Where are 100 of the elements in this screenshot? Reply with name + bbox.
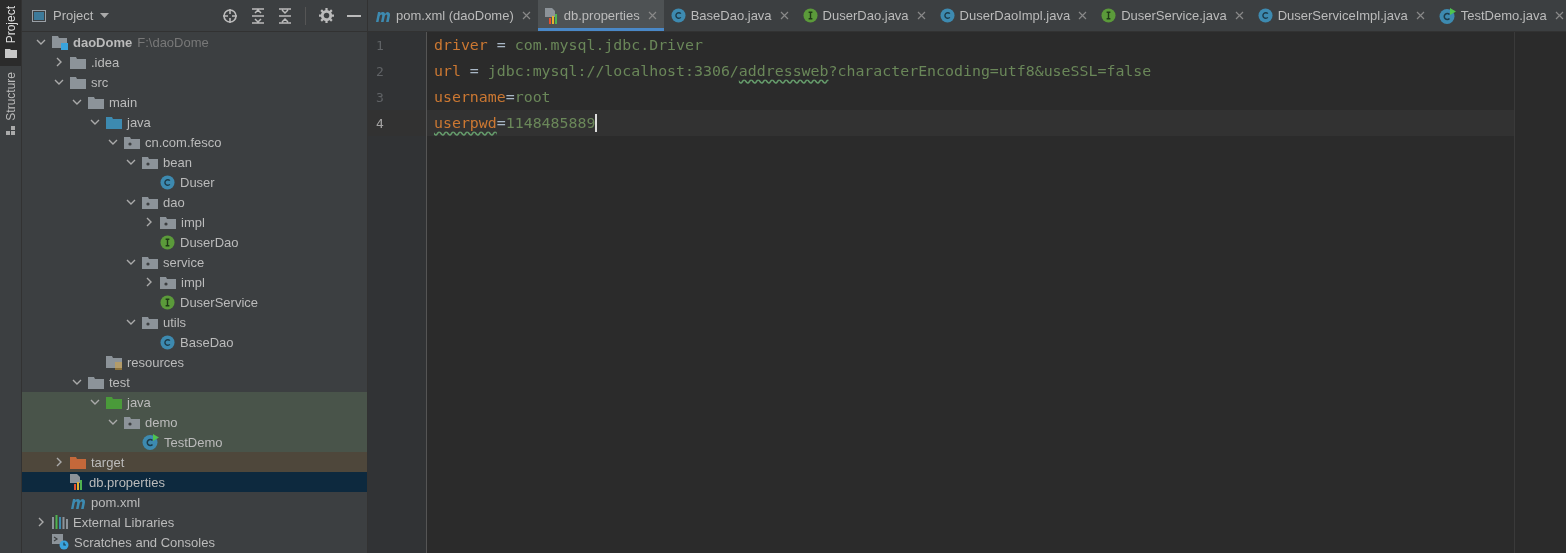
chevron-down-icon[interactable]	[36, 37, 46, 47]
tree-item[interactable]: cn.com.fesco	[22, 132, 367, 152]
test-class-icon	[142, 434, 159, 450]
interface-icon	[802, 8, 818, 23]
chevron-down-icon[interactable]	[72, 97, 82, 107]
chevron-down-icon[interactable]	[90, 117, 100, 127]
package-icon	[142, 155, 158, 169]
maven-file-icon	[375, 9, 391, 22]
tree-item[interactable]: resources	[22, 352, 367, 372]
tree-item[interactable]: demo	[22, 412, 367, 432]
package-icon	[160, 275, 176, 289]
interface-icon	[160, 294, 175, 310]
tree-item[interactable]: impl	[22, 272, 367, 292]
interface-icon	[160, 234, 175, 250]
package-icon	[124, 135, 140, 149]
close-icon[interactable]	[916, 11, 926, 20]
package-icon	[142, 255, 158, 269]
tree-item[interactable]: DuserService	[22, 292, 367, 312]
chevron-right-icon[interactable]	[36, 517, 46, 527]
libraries-icon	[52, 515, 68, 529]
scratches-icon	[52, 534, 69, 550]
tree-item[interactable]: db.properties	[22, 472, 367, 492]
editor-tab[interactable]: BaseDao.java	[663, 0, 796, 31]
close-icon[interactable]	[779, 11, 789, 20]
folder-icon	[88, 375, 104, 389]
structure-tool-tab[interactable]: Structure	[0, 66, 21, 145]
chevron-right-icon[interactable]	[144, 217, 154, 227]
class-icon	[670, 8, 686, 23]
class-icon	[160, 334, 175, 350]
settings-icon[interactable]	[319, 8, 334, 23]
tree-item[interactable]: External Libraries	[22, 512, 367, 532]
tree-item[interactable]: TestDemo	[22, 432, 367, 452]
close-icon[interactable]	[1234, 11, 1244, 20]
class-icon	[160, 174, 175, 190]
tree-item[interactable]: main	[22, 92, 367, 112]
folder-icon	[70, 55, 86, 69]
editor-tab[interactable]: pom.xml (daoDome)	[368, 0, 538, 31]
tree-item[interactable]: BaseDao	[22, 332, 367, 352]
tree-item[interactable]: bean	[22, 152, 367, 172]
close-icon[interactable]	[1078, 11, 1088, 20]
code-line: username=root	[434, 88, 551, 106]
project-view-dropdown[interactable]: Project	[30, 6, 112, 25]
tree-item[interactable]: test	[22, 372, 367, 392]
tree-item[interactable]: impl	[22, 212, 367, 232]
editor-tab[interactable]: DuserDao.java	[795, 0, 933, 31]
project-tool-tab[interactable]: Project	[0, 0, 21, 67]
chevron-down-icon[interactable]	[126, 157, 136, 167]
structure-icon	[5, 126, 16, 137]
editor-tab[interactable]: db.properties	[537, 0, 664, 31]
package-icon	[142, 195, 158, 209]
caret-icon	[100, 12, 110, 19]
chevron-down-icon[interactable]	[126, 197, 136, 207]
code-line: url = jdbc:mysql://localhost:3306/addressweb?characterEncoding=utf8&useSSL=false	[434, 62, 1152, 80]
tree-item[interactable]: Scratches and Consoles	[22, 532, 367, 552]
code-line: driver = com.mysql.jdbc.Driver	[434, 36, 703, 54]
tree-item[interactable]: .idea	[22, 52, 367, 72]
folder-icon	[106, 395, 122, 409]
editor-tab[interactable]: TestDemo.java	[1431, 0, 1566, 31]
tree-item[interactable]: DuserDao	[22, 232, 367, 252]
test-class-icon	[1438, 7, 1456, 24]
folder-icon	[106, 115, 122, 129]
close-icon[interactable]	[1415, 11, 1425, 20]
tree-item[interactable]: java	[22, 392, 367, 412]
collapse-all-icon[interactable]	[278, 7, 292, 24]
chevron-right-icon[interactable]	[144, 277, 154, 287]
close-icon[interactable]	[1554, 11, 1564, 20]
interface-icon	[1101, 8, 1117, 23]
folder-icon	[88, 95, 104, 109]
tree-item[interactable]: java	[22, 112, 367, 132]
chevron-down-icon[interactable]	[126, 317, 136, 327]
tree-item[interactable]: Duser	[22, 172, 367, 192]
code-line: userpwd=1148485889	[434, 114, 596, 132]
chevron-down-icon[interactable]	[90, 397, 100, 407]
properties-file-icon	[544, 7, 559, 24]
close-icon[interactable]	[521, 11, 531, 20]
folder-icon	[4, 48, 17, 59]
tree-item[interactable]: pom.xml	[22, 492, 367, 512]
tree-item[interactable]: service	[22, 252, 367, 272]
editor-tab[interactable]: DuserDaoImpl.java	[932, 0, 1095, 31]
tree-item[interactable]: utils	[22, 312, 367, 332]
module-path: F:\daoDome	[137, 34, 209, 50]
editor-tab[interactable]: DuserServiceImpl.java	[1250, 0, 1432, 31]
resources-folder-icon	[106, 354, 122, 370]
editor-tab[interactable]: DuserService.java	[1094, 0, 1251, 31]
expand-all-icon[interactable]	[251, 7, 265, 24]
chevron-right-icon[interactable]	[54, 57, 64, 67]
chevron-down-icon[interactable]	[126, 257, 136, 267]
chevron-down-icon[interactable]	[108, 417, 118, 427]
chevron-down-icon[interactable]	[54, 77, 64, 87]
locate-icon[interactable]	[222, 7, 238, 24]
tree-item[interactable]: src	[22, 72, 367, 92]
tree-item[interactable]: daoDome F:\daoDome	[22, 32, 367, 52]
tree-item[interactable]: target	[22, 452, 367, 472]
text-caret	[595, 114, 598, 132]
chevron-down-icon[interactable]	[108, 137, 118, 147]
tree-item[interactable]: dao	[22, 192, 367, 212]
chevron-down-icon[interactable]	[72, 377, 82, 387]
package-icon	[142, 315, 158, 329]
class-icon	[939, 8, 955, 23]
chevron-right-icon[interactable]	[54, 457, 64, 467]
